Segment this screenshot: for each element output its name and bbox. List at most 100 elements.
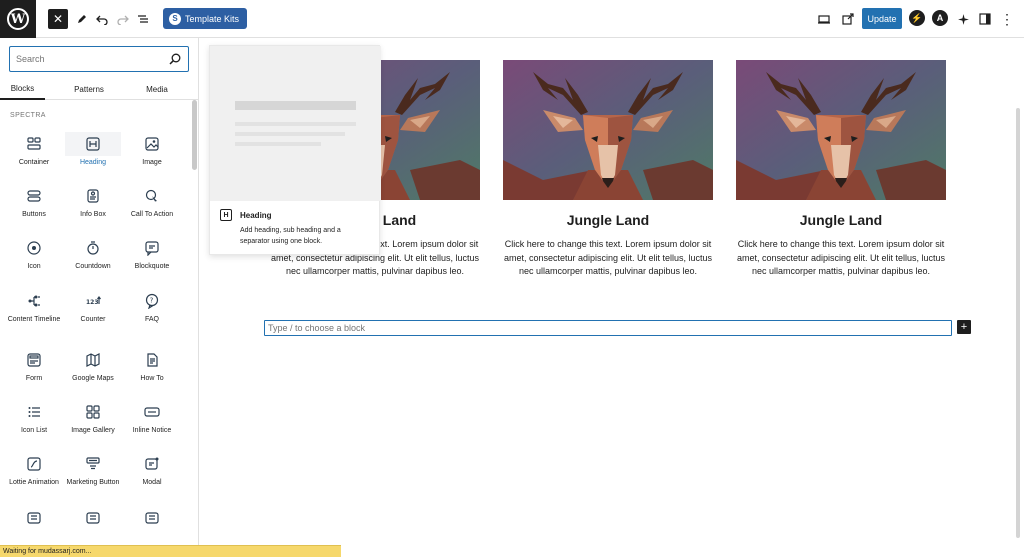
icon-list-icon [6, 400, 62, 424]
spectra-bolt-button[interactable]: ⚡ [909, 10, 925, 26]
add-block-button[interactable]: + [957, 320, 971, 334]
more-vertical-icon: ⋮ [1000, 10, 1014, 27]
block-item-more[interactable] [6, 506, 62, 530]
block-item-marketing-button[interactable]: Marketing Button [65, 452, 121, 487]
block-item-label: Form [25, 375, 43, 382]
preview-device-button[interactable] [814, 9, 834, 29]
tab-patterns[interactable]: Patterns [66, 78, 112, 100]
block-item-info-box[interactable]: Info Box [65, 184, 121, 219]
how-to-icon [124, 348, 180, 372]
marketing-button-icon [65, 452, 121, 476]
block-icon [124, 506, 180, 530]
tab-blocks[interactable]: Blocks [0, 78, 45, 100]
block-item-label: Lottie Animation [9, 479, 59, 486]
blockquote-icon [124, 236, 180, 260]
block-item-countdown[interactable]: Countdown [65, 236, 121, 271]
block-item-call-to-action[interactable]: Call To Action [124, 184, 180, 219]
block-item-label: Marketing Button [66, 479, 120, 486]
block-item-icon-list[interactable]: Icon List [6, 400, 62, 435]
block-preview-popover: H Heading Add heading, sub heading and a… [209, 45, 381, 255]
document-overview-button[interactable] [133, 9, 153, 29]
card-text[interactable]: Click here to change this text. Lorem ip… [498, 238, 718, 279]
top-toolbar: W ✕ S Template Kits Update ⚡ A ⋮ [0, 0, 1024, 38]
counter-icon: 123 [65, 289, 121, 313]
block-item-buttons[interactable]: Buttons [6, 184, 62, 219]
close-inserter-button[interactable]: ✕ [48, 9, 68, 29]
icon-icon [6, 236, 62, 260]
svg-text:123: 123 [86, 299, 99, 306]
block-item-how-to[interactable]: How To [124, 348, 180, 383]
block-item-content-timeline[interactable]: Content Timeline [6, 289, 62, 324]
block-item-blockquote[interactable]: Blockquote [124, 236, 180, 271]
desktop-icon [818, 15, 830, 24]
wordpress-logo[interactable]: W [0, 0, 36, 38]
block-item-label: Modal [142, 479, 162, 486]
block-item-label: How To [140, 375, 164, 382]
block-item-label: Buttons [22, 211, 46, 218]
block-item-label: Blockquote [134, 263, 170, 270]
block-item-label: Inline Notice [132, 427, 172, 434]
search-icon [169, 53, 181, 65]
block-item-heading[interactable]: Heading [65, 132, 121, 167]
info-box-icon [65, 184, 121, 208]
empty-paragraph-block[interactable] [264, 320, 952, 336]
spectra-icon: S [169, 12, 181, 25]
block-item-image-gallery[interactable]: Image Gallery [65, 400, 121, 435]
plus-icon: + [960, 321, 968, 333]
block-search-input[interactable] [16, 51, 166, 67]
block-item-more[interactable] [65, 506, 121, 530]
block-item-label: Icon [27, 263, 41, 270]
block-item-container[interactable]: Container [6, 132, 62, 167]
ai-assistant-button[interactable] [953, 9, 973, 29]
block-item-more[interactable] [124, 506, 180, 530]
block-item-label: FAQ [144, 316, 159, 323]
editor-app: W ✕ S Template Kits Update ⚡ A ⋮ Search … [0, 0, 1024, 557]
heading-icon [65, 132, 121, 156]
card-text[interactable]: Click here to change this text. Lorem ip… [731, 238, 951, 279]
block-item-image[interactable]: Image [124, 132, 180, 167]
settings-sidebar-button[interactable] [975, 9, 995, 29]
pencil-icon [78, 15, 86, 23]
card-heading[interactable]: Jungle Land [731, 212, 951, 228]
sparkle-icon [957, 13, 969, 25]
form-icon [6, 348, 62, 372]
view-post-button[interactable] [838, 9, 858, 29]
block-item-modal[interactable]: Modal [124, 452, 180, 487]
inserter-scrollbar[interactable] [192, 100, 197, 170]
update-button[interactable]: Update [862, 8, 902, 29]
lottie-animation-icon [6, 452, 62, 476]
block-icon [6, 506, 62, 530]
redo-button[interactable] [113, 9, 133, 29]
block-prompt-input[interactable] [268, 322, 868, 334]
options-menu-button[interactable]: ⋮ [997, 9, 1017, 29]
svg-text:?: ? [150, 297, 154, 305]
image-icon [124, 132, 180, 156]
edit-tool-button[interactable] [72, 9, 92, 29]
external-link-icon [842, 13, 854, 25]
deer-image[interactable] [503, 60, 713, 200]
block-item-label: Heading [79, 159, 107, 166]
block-item-google-maps[interactable]: Google Maps [65, 348, 121, 383]
card-heading[interactable]: Jungle Land [498, 212, 718, 228]
heading-icon: H [220, 209, 232, 221]
block-item-faq[interactable]: ? FAQ [124, 289, 180, 324]
tab-media[interactable]: Media [134, 78, 180, 100]
bolt-icon: ⚡ [911, 12, 923, 23]
content-timeline-icon [6, 289, 62, 313]
canvas-scrollbar[interactable] [1016, 108, 1020, 538]
block-item-counter[interactable]: 123 Counter [65, 289, 121, 324]
block-item-form[interactable]: Form [6, 348, 62, 383]
block-item-label: Google Maps [72, 375, 114, 382]
redo-icon [117, 15, 129, 25]
deer-image[interactable] [736, 60, 946, 200]
astra-settings-button[interactable]: A [932, 10, 948, 26]
template-kits-button[interactable]: S Template Kits [163, 8, 248, 29]
undo-button[interactable] [92, 9, 112, 29]
block-item-inline-notice[interactable]: Inline Notice [124, 400, 180, 435]
block-search[interactable] [9, 46, 189, 72]
countdown-icon [65, 236, 121, 260]
block-inserter-panel: Blocks Patterns Media SPECTRA Container H… [0, 38, 199, 545]
block-item-icon[interactable]: Icon [6, 236, 62, 271]
block-item-lottie-animation[interactable]: Lottie Animation [6, 452, 62, 487]
inserter-tabs: Blocks Patterns Media [0, 78, 198, 100]
